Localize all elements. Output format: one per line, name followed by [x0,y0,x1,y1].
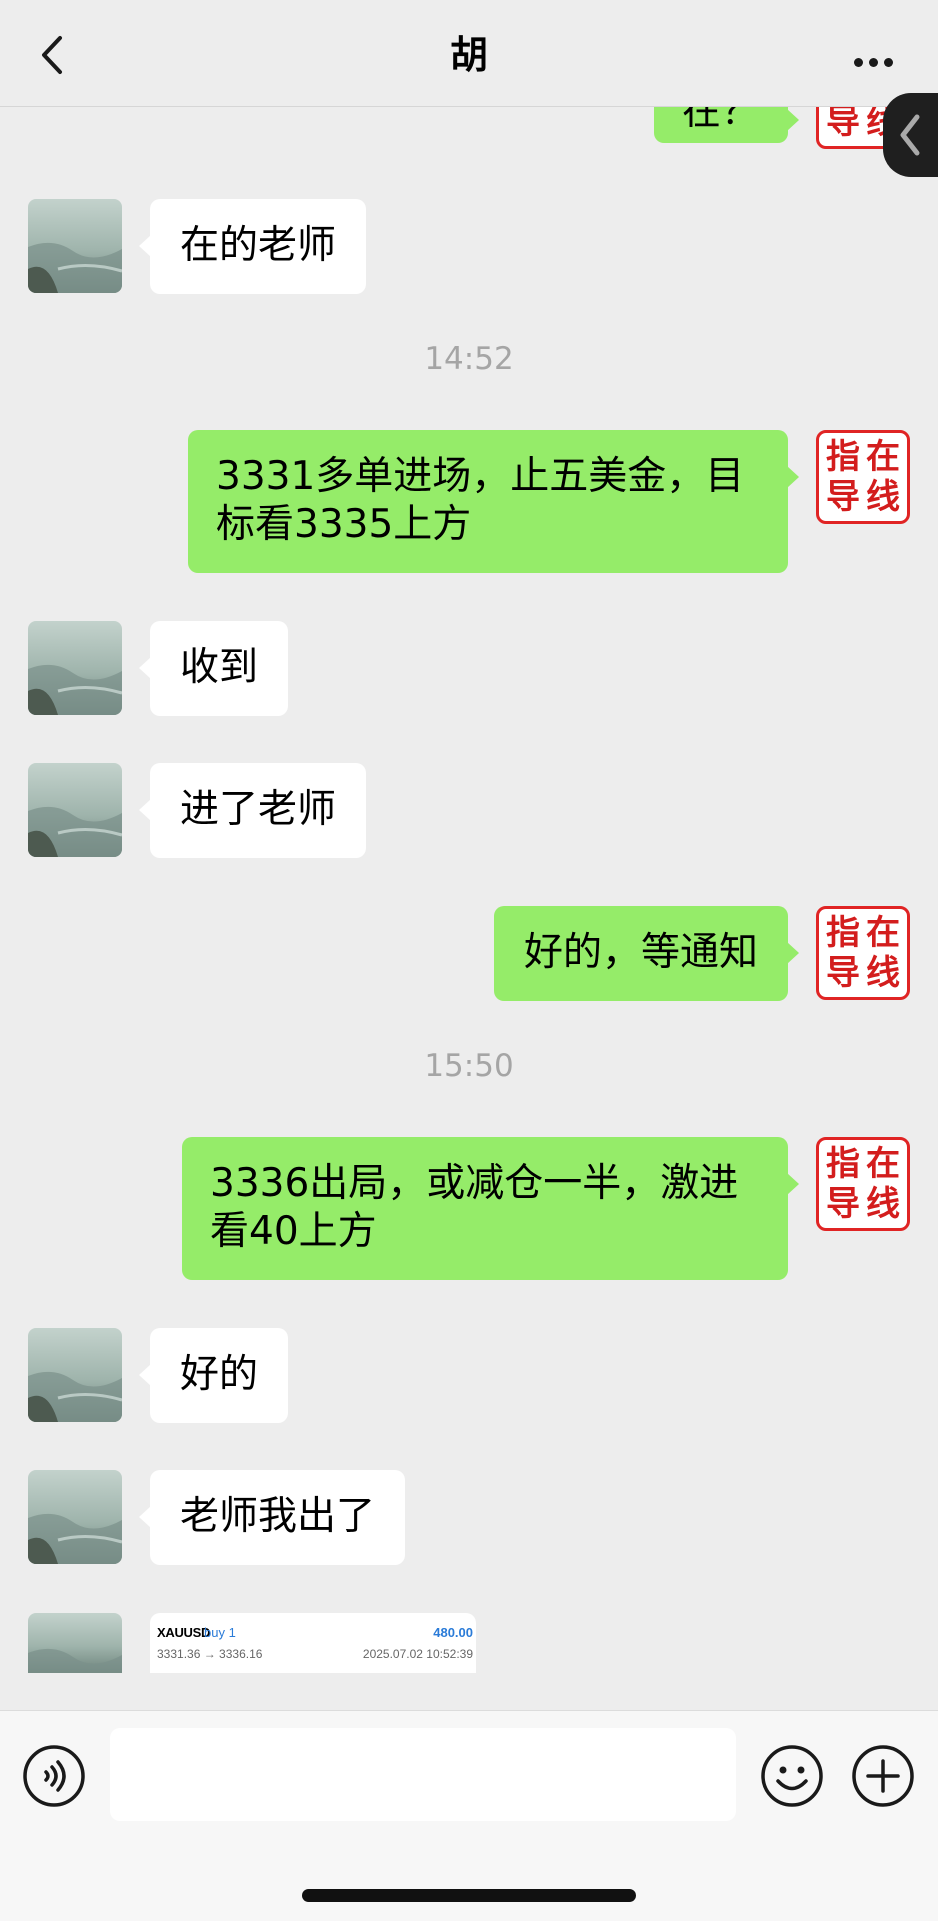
stamp-avatar[interactable]: 指在导线 [816,906,910,1000]
stamp-char: 导 [826,953,860,993]
stamp-char: 导 [826,1184,860,1224]
message-text: 老师我出了 [180,1494,376,1539]
message-text: 3331多单进场，止五美金，目标看3335上方 [216,454,745,547]
incoming-message[interactable]: 好的 [138,1328,289,1423]
trade-screenshot-card[interactable]: XAUUSD buy 1 480.00 3331.36 → 3336.16 20… [150,1613,476,1673]
message-text: 在的老师 [180,223,337,268]
outgoing-message[interactable]: 3331多单进场，止五美金，目标看3335上方 [188,430,799,573]
contact-avatar[interactable] [28,763,122,857]
trade-time: 2025.07.02 10:52:39 [362,1647,473,1661]
outgoing-message[interactable]: 3336出局，或减仓一半，激进看40上方 [182,1137,799,1280]
stamp-char: 指 [826,1144,860,1184]
plus-circle-icon[interactable] [851,1744,915,1812]
contact-avatar[interactable] [28,1328,122,1422]
stamp-char: 线 [866,1184,900,1224]
stamp-char: 在 [866,1144,900,1184]
contact-avatar[interactable] [28,1470,122,1564]
message-text: 进了老师 [180,787,337,832]
stamp-char: 线 [866,477,900,517]
side-collapse-tab[interactable] [883,93,938,177]
trade-symbol: XAUUSD [157,1625,211,1640]
timestamp: 15:50 [424,1048,514,1084]
stamp-avatar[interactable]: 指在导线 [816,1137,910,1231]
stamp-char: 线 [866,953,900,993]
stamp-char: 导 [826,477,860,517]
incoming-message[interactable]: 在的老师 [138,199,367,294]
incoming-message[interactable]: 老师我出了 [138,1470,406,1565]
more-dots-icon[interactable] [854,52,902,67]
message-text: 3336出局，或减仓一半，激进看40上方 [210,1161,739,1254]
trade-prices: 3331.36 → 3336.16 [157,1647,263,1661]
message-text: 收到 [180,645,259,690]
chat-header: 胡 [0,0,938,107]
outgoing-message[interactable]: 好的，等通知 [493,906,800,1001]
trade-type: buy 1 [204,1625,236,1640]
timestamp: 14:52 [424,341,514,377]
outgoing-message[interactable]: 在？ [653,107,800,143]
contact-avatar[interactable] [28,621,122,715]
stamp-char: 指 [826,913,860,953]
incoming-message[interactable]: 进了老师 [138,763,367,858]
trade-profit: 480.00 [433,1625,473,1640]
voice-icon[interactable] [22,1744,86,1812]
home-indicator [302,1889,636,1902]
stamp-char: 指 [826,437,860,477]
chat-message-list[interactable]: 在？ 指在导线 在的老师 14:52 3331多单进场，止五美金，目标看3335… [0,107,938,1673]
chevron-left-icon [900,114,920,156]
stamp-char: 在 [866,437,900,477]
stamp-char: 导 [826,107,860,142]
message-text: 好的 [180,1352,259,1397]
emoji-icon[interactable] [760,1744,824,1812]
contact-avatar[interactable] [28,1613,122,1673]
input-bar [0,1710,938,1921]
stamp-char: 在 [866,913,900,953]
message-text: 好的，等通知 [523,930,758,975]
incoming-message[interactable]: 收到 [138,621,289,716]
contact-avatar[interactable] [28,199,122,293]
stamp-avatar[interactable]: 指在导线 [816,430,910,524]
chat-title: 胡 [449,33,488,77]
message-input[interactable] [110,1728,736,1821]
message-text: 在？ [681,107,760,134]
